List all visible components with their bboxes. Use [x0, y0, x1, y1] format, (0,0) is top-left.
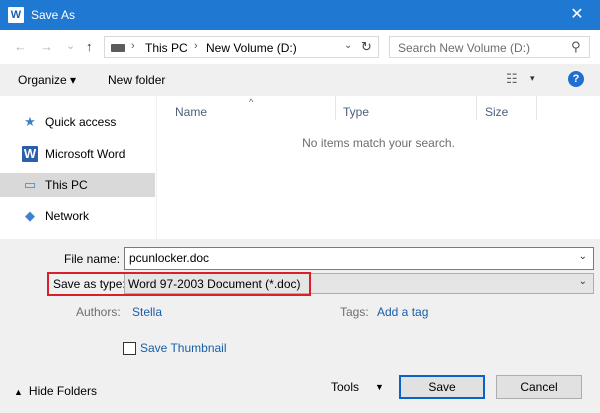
- sort-ascending-icon: ^: [249, 97, 254, 107]
- nav-item-label: This PC: [45, 178, 88, 192]
- navigation-pane: ★ Quick access W Microsoft Word ▭ This P…: [0, 96, 156, 239]
- close-icon[interactable]: ✕: [554, 0, 600, 30]
- column-header-label: Type: [343, 105, 370, 119]
- command-bar: Organize ▾ New folder ☷ ▾ ?: [0, 64, 600, 96]
- organize-button[interactable]: Organize ▾: [18, 73, 76, 87]
- cancel-button[interactable]: Cancel: [496, 375, 582, 399]
- address-bar[interactable]: › This PC › New Volume (D:) ⌄ ↻: [104, 36, 379, 58]
- back-arrow-icon[interactable]: ←: [14, 39, 27, 54]
- collapse-caret-icon: ▲: [14, 387, 23, 397]
- network-icon: ◆: [25, 208, 35, 223]
- authors-value[interactable]: Stella: [132, 305, 162, 319]
- forward-arrow-icon[interactable]: →: [40, 39, 53, 54]
- tags-label: Tags:: [340, 305, 369, 319]
- tools-label: Tools: [331, 380, 360, 394]
- file-name-input[interactable]: [129, 251, 569, 265]
- title-bar: W Save As ✕: [0, 0, 600, 30]
- save-options-pane: File name: ⌄ Save as type: Word 97-2003 …: [0, 239, 600, 413]
- address-row: ← → ⌄ ↑ › This PC › New Volume (D:) ⌄ ↻ …: [0, 30, 600, 64]
- nav-item-microsoft-word[interactable]: W Microsoft Word: [0, 142, 155, 166]
- tools-dropdown-icon: ▼: [375, 382, 384, 392]
- view-dropdown-icon[interactable]: ▾: [530, 73, 535, 84]
- search-box[interactable]: Search New Volume (D:) ⚲: [389, 36, 590, 58]
- breadcrumb-separator-icon[interactable]: ›: [131, 40, 135, 52]
- tools-button[interactable]: Tools ▼: [331, 380, 384, 394]
- nav-item-network[interactable]: ◆ Network: [0, 204, 155, 228]
- column-header-label: Name: [175, 105, 208, 119]
- hide-folders-label: Hide Folders: [28, 384, 97, 398]
- file-name-label: File name:: [64, 252, 121, 266]
- empty-message: No items match your search.: [302, 136, 455, 150]
- up-arrow-icon[interactable]: ↑: [86, 39, 93, 54]
- save-thumbnail-checkbox[interactable]: [123, 342, 136, 355]
- highlight-box: [47, 272, 311, 296]
- nav-item-label: Microsoft Word: [45, 147, 126, 161]
- new-folder-button[interactable]: New folder: [108, 73, 165, 87]
- recent-locations-chevron-icon[interactable]: ⌄: [66, 39, 75, 52]
- view-options-icon[interactable]: ☷: [506, 71, 518, 87]
- file-list: ^ Name Type Size No items match your sea…: [156, 96, 600, 239]
- star-icon: ★: [24, 114, 36, 129]
- word-app-icon: W: [8, 7, 24, 23]
- column-header-name[interactable]: ^ Name: [157, 97, 335, 123]
- address-dropdown-icon[interactable]: ⌄: [344, 40, 352, 51]
- column-divider[interactable]: [536, 96, 537, 120]
- search-icon[interactable]: ⚲: [571, 39, 581, 55]
- breadcrumb-separator-icon[interactable]: ›: [194, 40, 198, 52]
- search-placeholder[interactable]: Search New Volume (D:): [398, 41, 530, 55]
- word-icon: W: [22, 146, 38, 162]
- hide-folders-button[interactable]: ▲ Hide Folders: [14, 384, 97, 398]
- nav-item-label: Network: [45, 209, 90, 223]
- save-button[interactable]: Save: [399, 375, 485, 399]
- column-header-size[interactable]: Size: [476, 101, 536, 123]
- computer-icon: ▭: [23, 177, 37, 192]
- file-name-field[interactable]: ⌄: [124, 247, 594, 270]
- help-icon[interactable]: ?: [568, 71, 584, 87]
- nav-item-quick-access[interactable]: ★ Quick access: [0, 110, 155, 134]
- nav-item-this-pc[interactable]: ▭ This PC: [0, 173, 155, 197]
- breadcrumb-this-pc[interactable]: This PC: [145, 41, 188, 55]
- refresh-icon[interactable]: ↻: [361, 39, 372, 55]
- column-header-type[interactable]: Type: [335, 101, 476, 123]
- window-title: Save As: [31, 8, 76, 22]
- breadcrumb-new-volume[interactable]: New Volume (D:): [206, 41, 297, 55]
- authors-label: Authors:: [76, 305, 121, 319]
- drive-icon: [111, 44, 125, 52]
- tags-value[interactable]: Add a tag: [377, 305, 428, 319]
- column-header-label: Size: [485, 105, 509, 119]
- nav-item-label: Quick access: [45, 115, 117, 129]
- save-thumbnail-label[interactable]: Save Thumbnail: [140, 341, 227, 355]
- save-as-type-dropdown-icon[interactable]: ⌄: [579, 276, 587, 287]
- file-name-dropdown-icon[interactable]: ⌄: [579, 251, 587, 262]
